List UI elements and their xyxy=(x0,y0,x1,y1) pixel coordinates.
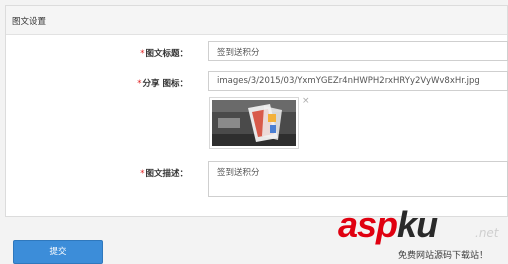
image-label-row: *分享 图标： xyxy=(68,77,188,89)
required-mark: * xyxy=(137,79,142,89)
panel-header: 图文设置 xyxy=(6,6,507,35)
desc-label-row: *图文描述： xyxy=(68,167,188,179)
desc-label: 图文描述： xyxy=(145,169,188,179)
remove-image-button[interactable]: × xyxy=(302,96,310,106)
required-mark: * xyxy=(140,49,145,59)
watermark-suffix: .net xyxy=(475,226,499,240)
watermark-logo: aspku xyxy=(338,204,438,245)
watermark-subtitle: 免费网站源码下载站！ xyxy=(398,251,489,261)
thumbnail-image-icon xyxy=(212,100,296,146)
title-input[interactable]: 签到送积分 xyxy=(208,41,508,61)
image-label: 分享 图标： xyxy=(142,79,188,89)
description-textarea[interactable]: 签到送积分 xyxy=(208,161,508,197)
title-label: 图文标题： xyxy=(145,49,188,59)
image-path-input[interactable]: images/3/2015/03/YxmYGEZr4nHWPH2rxHRYy2V… xyxy=(208,71,508,91)
panel-title: 图文设置 xyxy=(12,17,47,27)
image-thumbnail xyxy=(209,97,299,149)
submit-button[interactable]: 提交 xyxy=(13,240,103,264)
title-label-row: *图文标题： xyxy=(68,47,188,59)
required-mark: * xyxy=(140,169,145,179)
